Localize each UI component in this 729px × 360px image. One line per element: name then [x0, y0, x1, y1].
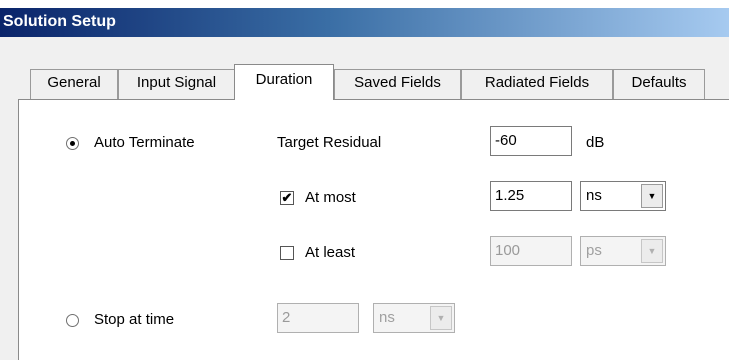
title-bar[interactable]: Solution Setup	[0, 0, 729, 37]
at-least-unit-value: ps	[586, 242, 602, 259]
solution-setup-dialog: Solution Setup General Input Signal Dura…	[0, 0, 729, 360]
at-most-unit-value: ns	[586, 187, 602, 204]
auto-terminate-radio[interactable]	[66, 137, 79, 150]
tab-duration[interactable]: Duration	[234, 64, 334, 100]
stop-at-time-unit-value: ns	[379, 309, 395, 326]
stop-at-time-input[interactable]: 2	[277, 303, 359, 333]
target-residual-label: Target Residual	[277, 134, 382, 151]
at-most-checkbox[interactable]: ✔	[280, 191, 294, 205]
at-most-unit-select[interactable]: ns ▼	[580, 181, 666, 211]
at-least-checkbox[interactable]	[280, 246, 294, 260]
at-least-unit-select[interactable]: ps ▼	[580, 236, 666, 266]
radio-selected-dot	[70, 141, 75, 146]
stop-at-time-unit-select[interactable]: ns ▼	[373, 303, 455, 333]
tab-general[interactable]: General	[30, 69, 118, 99]
at-least-input[interactable]: 100	[490, 236, 572, 266]
tab-defaults[interactable]: Defaults	[613, 69, 705, 99]
at-most-label: At most	[305, 189, 356, 206]
checkmark-icon: ✔	[281, 190, 293, 205]
at-most-input[interactable]: 1.25	[490, 181, 572, 211]
stop-at-time-label: Stop at time	[94, 311, 175, 328]
tab-input-signal[interactable]: Input Signal	[118, 69, 235, 99]
stop-at-time-radio[interactable]	[66, 314, 79, 327]
chevron-down-icon[interactable]: ▼	[430, 306, 452, 330]
dialog-title: Solution Setup	[3, 13, 116, 30]
chevron-down-icon[interactable]: ▼	[641, 239, 663, 263]
auto-terminate-label: Auto Terminate	[94, 134, 195, 151]
target-residual-unit: dB	[586, 134, 605, 151]
tab-radiated-fields[interactable]: Radiated Fields	[461, 69, 613, 99]
tab-saved-fields[interactable]: Saved Fields	[334, 69, 461, 99]
chevron-down-icon[interactable]: ▼	[641, 184, 663, 208]
target-residual-input[interactable]: -60	[490, 126, 572, 156]
at-least-label: At least	[305, 244, 356, 261]
